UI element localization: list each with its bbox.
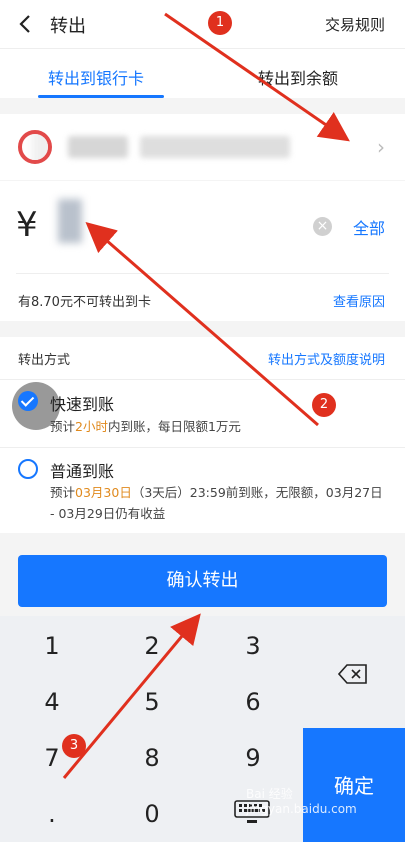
confirm-transfer-button[interactable]: 确认转出 <box>18 555 387 607</box>
tab-to-bank-card[interactable]: 转出到银行卡 <box>48 65 144 89</box>
key-8[interactable]: 8 <box>102 744 202 772</box>
divider <box>0 379 405 380</box>
key-0[interactable]: 0 <box>102 800 202 828</box>
backspace-icon[interactable] <box>338 664 368 684</box>
option-fast-desc: 预计2小时内到账，每日限额1万元 <box>50 419 241 434</box>
active-tab-indicator <box>38 95 164 98</box>
key-1[interactable]: 1 <box>2 632 102 660</box>
key-4[interactable]: 4 <box>2 688 102 716</box>
trading-rules-link[interactable]: 交易规则 <box>325 14 385 35</box>
transfer-method-section: 转出方式 转出方式及额度说明 快速到账 预计2小时内到账，每日限额1万元 普通到… <box>0 337 405 533</box>
amount-input[interactable]: 1 <box>58 199 82 243</box>
card-number-redacted <box>140 136 290 158</box>
key-7[interactable]: 7 <box>2 744 102 772</box>
radio-fast-selected[interactable] <box>18 391 38 411</box>
currency-symbol: ¥ <box>16 205 38 245</box>
option-normal-desc: 预计03月30日（3天后）23:59前到账，无限额，03月27日 - 03月29… <box>50 485 383 521</box>
transfer-all-button[interactable]: 全部 <box>353 215 385 239</box>
key-dot[interactable]: . <box>2 800 102 828</box>
tab-to-balance[interactable]: 转出到余额 <box>258 65 338 89</box>
transfer-method-label: 转出方式 <box>18 353 71 368</box>
bank-logo-icon <box>18 130 52 164</box>
annotation-badge-3: 3 <box>62 734 86 758</box>
key-6[interactable]: 6 <box>203 688 303 716</box>
annotation-badge-2: 2 <box>312 393 336 417</box>
annotation-badge-1: 1 <box>208 11 232 35</box>
option-fast-title[interactable]: 快速到账 <box>50 391 114 415</box>
key-3[interactable]: 3 <box>203 632 303 660</box>
amount-section: ¥ 1 × 全部 有8.70元不可转出到卡 查看原因 <box>0 181 405 321</box>
back-arrow-icon[interactable] <box>16 12 36 36</box>
option-normal-title[interactable]: 普通到账 <box>50 458 114 482</box>
transfer-tabs: 转出到银行卡 转出到余额 <box>0 48 405 98</box>
key-2[interactable]: 2 <box>102 632 202 660</box>
chevron-right-icon: › <box>377 135 385 159</box>
bank-name-redacted <box>68 136 128 158</box>
view-reason-link[interactable]: 查看原因 <box>333 291 385 310</box>
watermark: Bai 经验 jingyan.baidu.com <box>246 787 357 816</box>
divider <box>16 273 389 274</box>
radio-normal[interactable] <box>18 459 38 479</box>
page-title: 转出 <box>50 16 86 37</box>
key-9[interactable]: 9 <box>203 744 303 772</box>
top-bar: 转出 交易规则 <box>0 0 405 48</box>
key-5[interactable]: 5 <box>102 688 202 716</box>
bank-card-selector[interactable]: › <box>0 114 405 180</box>
divider <box>0 447 405 448</box>
method-limit-help-link[interactable]: 转出方式及额度说明 <box>268 349 385 368</box>
non-transferable-note: 有8.70元不可转出到卡 <box>18 295 151 310</box>
clear-icon[interactable]: × <box>313 217 332 236</box>
